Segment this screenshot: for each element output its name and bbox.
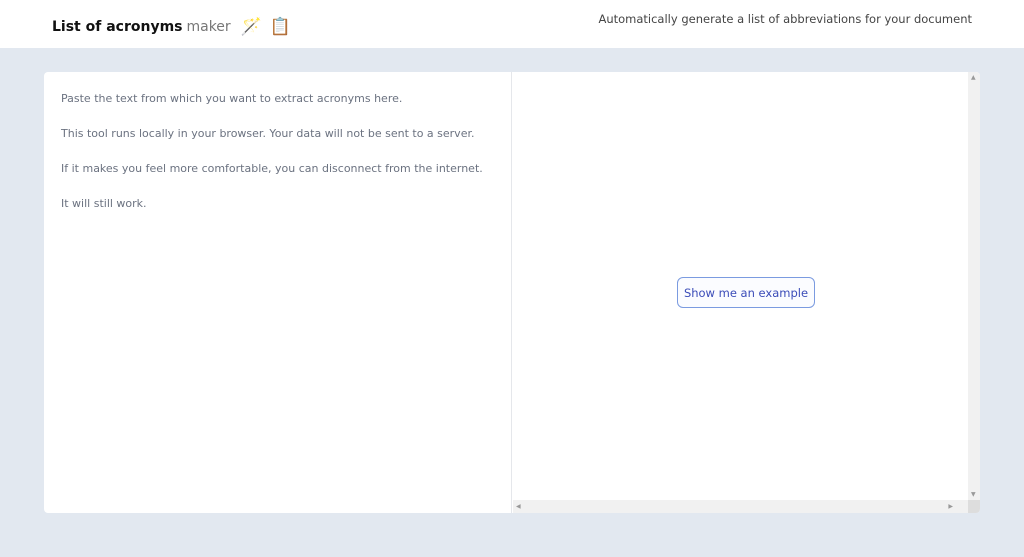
- vertical-scrollbar[interactable]: ▲ ▼: [968, 72, 980, 500]
- scroll-left-icon[interactable]: ◀: [516, 503, 521, 510]
- placeholder-line: Paste the text from which you want to ex…: [61, 92, 403, 105]
- title-light: maker: [186, 19, 231, 35]
- placeholder-line: It will still work.: [61, 197, 147, 210]
- app-title: List of acronyms maker 🪄 📋: [52, 17, 291, 37]
- scroll-up-icon[interactable]: ▲: [971, 74, 976, 81]
- header: List of acronyms maker 🪄 📋 Automatically…: [0, 0, 1024, 48]
- scroll-right-icon[interactable]: ▶: [948, 503, 953, 510]
- horizontal-scrollbar[interactable]: ◀ ▶: [513, 500, 968, 513]
- tagline: Automatically generate a list of abbrevi…: [598, 12, 972, 26]
- scroll-down-icon[interactable]: ▼: [971, 491, 976, 498]
- output-panel: Show me an example: [513, 72, 968, 500]
- placeholder-line: This tool runs locally in your browser. …: [61, 127, 475, 140]
- magic-wand-icon: 🪄: [240, 17, 262, 37]
- main-card: Paste the text from which you want to ex…: [44, 72, 980, 513]
- title-bold: List of acronyms: [52, 19, 183, 35]
- placeholder-line: If it makes you feel more comfortable, y…: [61, 162, 483, 175]
- input-textarea[interactable]: Paste the text from which you want to ex…: [44, 72, 512, 513]
- show-example-button[interactable]: Show me an example: [677, 277, 815, 308]
- scrollbar-corner: [968, 500, 980, 513]
- clipboard-icon: 📋: [269, 17, 292, 37]
